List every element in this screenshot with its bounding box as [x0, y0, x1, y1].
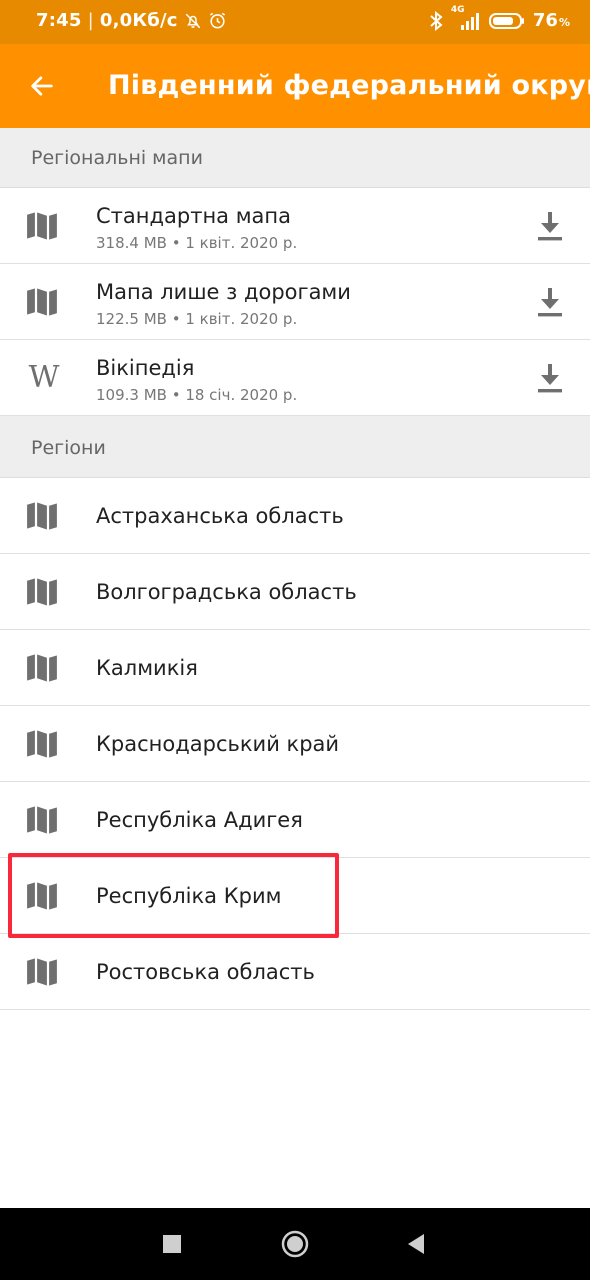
- system-nav-bar: [0, 1208, 590, 1280]
- back-nav-button[interactable]: [398, 1226, 434, 1262]
- item-title: Краснодарський край: [96, 732, 340, 756]
- clock: 7:45: [36, 10, 82, 31]
- download-icon: [538, 288, 562, 317]
- recents-button[interactable]: [154, 1226, 190, 1262]
- status-separator: |: [87, 10, 94, 31]
- map-icon: [24, 954, 60, 990]
- section-title: Регіони: [31, 437, 106, 459]
- list-item-region[interactable]: Калмикія: [0, 630, 590, 706]
- bluetooth-icon: [429, 10, 443, 31]
- item-subtitle: 109.3 MB • 18 січ. 2020 р.: [96, 386, 298, 404]
- app-bar: Південний федеральний округ: [0, 44, 590, 128]
- download-button[interactable]: [532, 208, 568, 244]
- item-title: Волгоградська область: [96, 580, 357, 604]
- back-button[interactable]: [20, 64, 64, 108]
- home-button[interactable]: [277, 1226, 313, 1262]
- map-icon: [24, 208, 60, 244]
- list-item-roads-only-map[interactable]: Мапа лише з дорогами 122.5 MB • 1 квіт. …: [0, 264, 590, 340]
- page-title: Південний федеральний округ: [108, 70, 590, 101]
- item-title: Астраханська область: [96, 504, 344, 528]
- list-item-region[interactable]: Волгоградська область: [0, 554, 590, 630]
- map-icon: [24, 498, 60, 534]
- item-subtitle: 122.5 MB • 1 квіт. 2020 р.: [96, 310, 298, 328]
- item-title: Республіка Крим: [96, 884, 282, 908]
- signal-icon: 4G: [451, 5, 481, 31]
- item-title: Мапа лише з дорогами: [96, 280, 351, 304]
- battery-percent: 76: [532, 10, 558, 31]
- circle-icon: [281, 1230, 309, 1258]
- section-header-regions: Регіони: [0, 416, 590, 478]
- bell-muted-icon: [184, 12, 202, 30]
- arrow-left-icon: [31, 76, 53, 96]
- list-item-region-crimea[interactable]: Республіка Крим: [0, 858, 590, 934]
- status-right: 4G 76%: [429, 5, 570, 31]
- list-item-standard-map[interactable]: Стандартна мапа 318.4 MB • 1 квіт. 2020 …: [0, 188, 590, 264]
- item-title: Ростовська область: [96, 960, 315, 984]
- download-icon: [538, 364, 562, 393]
- item-title: Республіка Адигея: [96, 808, 303, 832]
- item-title: Стандартна мапа: [96, 204, 292, 228]
- list-item-region[interactable]: Республіка Адигея: [0, 782, 590, 858]
- map-icon: [24, 284, 60, 320]
- download-button[interactable]: [532, 360, 568, 396]
- square-icon: [163, 1235, 181, 1253]
- download-icon: [538, 212, 562, 241]
- item-title: Вікіпедія: [96, 356, 195, 380]
- map-icon: [24, 650, 60, 686]
- download-button[interactable]: [532, 284, 568, 320]
- item-title: Калмикія: [96, 656, 198, 680]
- triangle-back-icon: [408, 1234, 424, 1254]
- item-subtitle: 318.4 MB • 1 квіт. 2020 р.: [96, 234, 298, 252]
- map-icon: [24, 802, 60, 838]
- battery-icon: [488, 12, 525, 30]
- section-title: Регіональні мапи: [31, 147, 203, 169]
- battery-level: 76%: [533, 10, 570, 31]
- list-item-wikipedia[interactable]: W Вікіпедія 109.3 MB • 18 січ. 2020 р.: [0, 340, 590, 416]
- list-item-region[interactable]: Астраханська область: [0, 478, 590, 554]
- list-item-region[interactable]: Ростовська область: [0, 934, 590, 1010]
- map-icon: [24, 878, 60, 914]
- map-icon: [24, 726, 60, 762]
- battery-unit: %: [558, 16, 570, 29]
- status-bar: 7:45 | 0,0Кб/с 4G 76%: [0, 0, 590, 44]
- wikipedia-icon: W: [24, 360, 60, 396]
- network-speed: 0,0Кб/с: [99, 10, 178, 31]
- list-item-region[interactable]: Краснодарський край: [0, 706, 590, 782]
- status-left: 7:45 | 0,0Кб/с: [36, 10, 227, 31]
- network-type: 4G: [450, 4, 465, 15]
- alarm-icon: [208, 11, 227, 30]
- section-header-regional-maps: Регіональні мапи: [0, 128, 590, 188]
- map-icon: [24, 574, 60, 610]
- wikipedia-glyph: W: [28, 360, 60, 395]
